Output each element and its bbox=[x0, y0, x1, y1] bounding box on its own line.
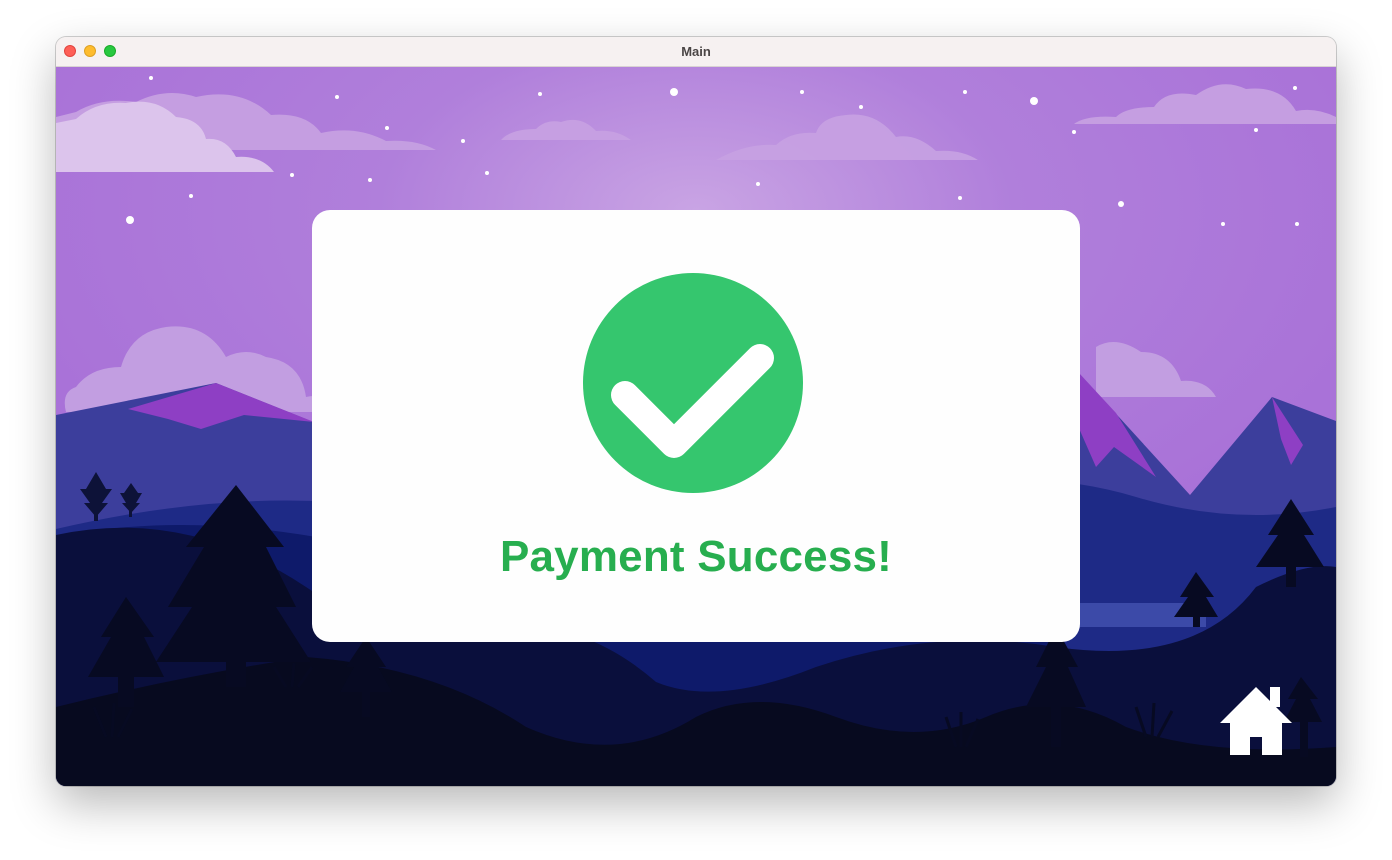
app-window: Main Payment Success! bbox=[56, 37, 1336, 786]
home-icon bbox=[1220, 687, 1292, 755]
success-message: Payment Success! bbox=[499, 532, 893, 581]
window-title: Main bbox=[681, 44, 711, 59]
main-content: Payment Success! bbox=[56, 67, 1336, 786]
payment-success-card: Payment Success! bbox=[312, 210, 1080, 642]
title-bar: Main bbox=[56, 37, 1336, 67]
home-button[interactable] bbox=[1216, 681, 1296, 757]
check-circle-icon bbox=[583, 273, 803, 493]
